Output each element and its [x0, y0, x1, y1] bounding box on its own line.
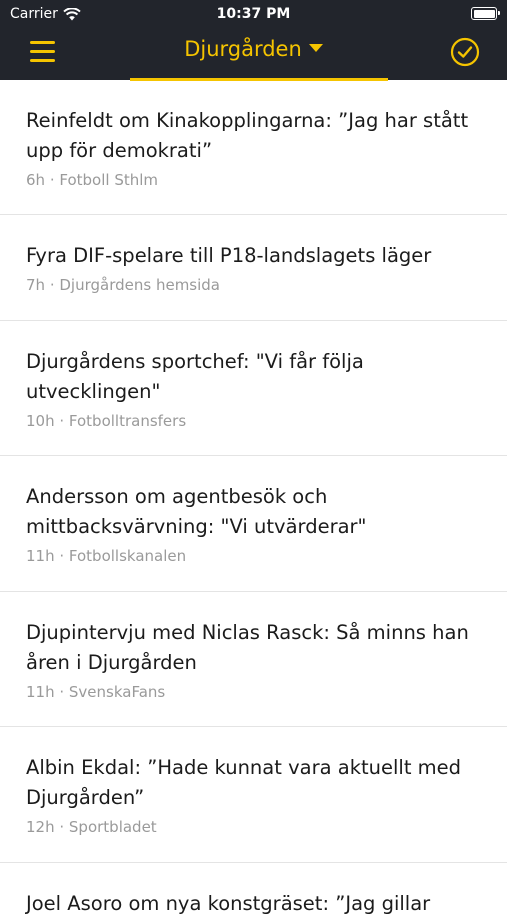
news-item[interactable]: Fyra DIF-spelare till P18-landslagets lä… [0, 215, 507, 321]
news-meta: 12h · Sportbladet [26, 818, 157, 836]
news-list: Reinfeldt om Kinakopplingarna: ”Jag har … [0, 80, 507, 923]
news-source: Sportbladet [68, 818, 157, 836]
caret-down-icon [308, 44, 323, 52]
news-item[interactable]: Albin Ekdal: ”Hade kunnat vara aktuellt … [0, 727, 507, 863]
navigation-bar: Carrier 10:37 PM Djurgården [0, 0, 507, 81]
news-meta: 7h · Djurgårdens hemsida [26, 276, 221, 294]
battery-icon [471, 7, 500, 20]
news-item[interactable]: Djurgårdens sportchef: "Vi får följa utv… [0, 321, 507, 456]
news-meta: 11h · SvenskaFans [26, 683, 166, 701]
news-headline: Reinfeldt om Kinakopplingarna: ”Jag har … [26, 109, 469, 162]
news-headline: Fyra DIF-spelare till P18-landslagets lä… [26, 244, 432, 267]
news-source: Fotbollskanalen [68, 547, 187, 565]
status-bar: Carrier 10:37 PM [0, 0, 507, 28]
news-age: 6h [26, 171, 46, 189]
news-source: Fotboll Sthlm [59, 171, 159, 189]
news-meta: 10h · Fotbolltransfers [26, 412, 187, 430]
news-age: 12h [26, 818, 55, 836]
page-title: Djurgården [184, 37, 302, 61]
news-meta: 6h · Fotboll Sthlm [26, 171, 159, 189]
news-item[interactable]: Joel Asoro om nya konstgräset: ”Jag gill… [0, 863, 507, 923]
news-item[interactable]: Reinfeldt om Kinakopplingarna: ”Jag har … [0, 80, 507, 215]
news-headline: Joel Asoro om nya konstgräset: ”Jag gill… [26, 892, 431, 915]
news-source: SvenskaFans [68, 683, 166, 701]
news-age: 10h [26, 412, 55, 430]
clock: 10:37 PM [216, 6, 291, 22]
check-circle-icon[interactable] [450, 37, 480, 67]
news-headline: Albin Ekdal: ”Hade kunnat vara aktuellt … [26, 756, 462, 809]
news-source: Fotbolltransfers [68, 412, 187, 430]
news-headline: Andersson om agentbesök och mittbacksvär… [26, 485, 367, 538]
news-source: Djurgårdens hemsida [59, 276, 221, 294]
news-item[interactable]: Andersson om agentbesök och mittbacksvär… [0, 456, 507, 592]
news-headline: Djupintervju med Niclas Rasck: Så minns … [26, 621, 469, 674]
news-item[interactable]: Djupintervju med Niclas Rasck: Så minns … [0, 592, 507, 727]
news-meta: 11h · Fotbollskanalen [26, 547, 187, 565]
news-age: 11h [26, 683, 55, 701]
news-headline: Djurgårdens sportchef: "Vi får följa utv… [26, 350, 364, 403]
team-selector[interactable]: Djurgården [0, 37, 507, 61]
news-age: 11h [26, 547, 55, 565]
news-age: 7h [26, 276, 46, 294]
